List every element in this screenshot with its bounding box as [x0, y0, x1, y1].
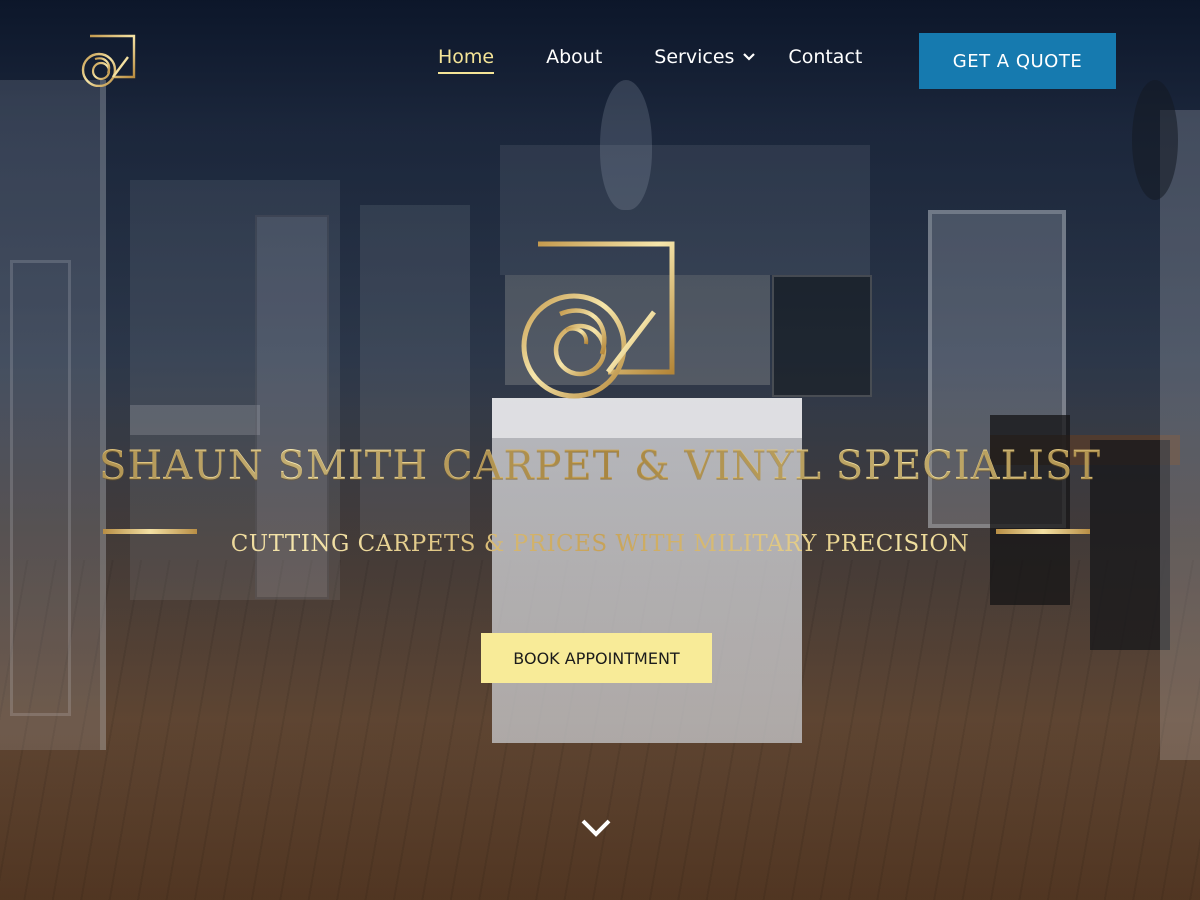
nav-item-about[interactable]: About: [546, 46, 602, 68]
nav-item-label: Services: [654, 46, 735, 68]
nav-item-home[interactable]: Home: [438, 46, 495, 74]
brand-logo-icon[interactable]: [80, 33, 136, 87]
page-title: SHAUN SMITH CARPET & VINYL SPECIALIST: [0, 443, 1200, 489]
site-header: Home About Services Contact GET A QUOTE: [0, 0, 1200, 122]
book-appointment-button[interactable]: BOOK APPOINTMENT: [481, 633, 712, 683]
chevron-down-icon: [743, 53, 756, 61]
nav-item-label: About: [546, 46, 603, 68]
nav-item-contact[interactable]: Contact: [788, 46, 862, 68]
nav-item-label: Contact: [788, 46, 863, 68]
brand-logo-icon: [521, 241, 675, 399]
page-subtitle: CUTTING CARPETS & PRICES WITH MILITARY P…: [0, 531, 1200, 557]
hero-section: Home About Services Contact GET A QUOTE: [0, 0, 1200, 900]
nav-item-services[interactable]: Services: [654, 46, 756, 68]
main-nav: Home About Services Contact: [438, 46, 914, 74]
chevron-down-icon[interactable]: [580, 817, 612, 839]
nav-item-label: Home: [438, 46, 495, 68]
get-a-quote-button[interactable]: GET A QUOTE: [919, 33, 1116, 89]
